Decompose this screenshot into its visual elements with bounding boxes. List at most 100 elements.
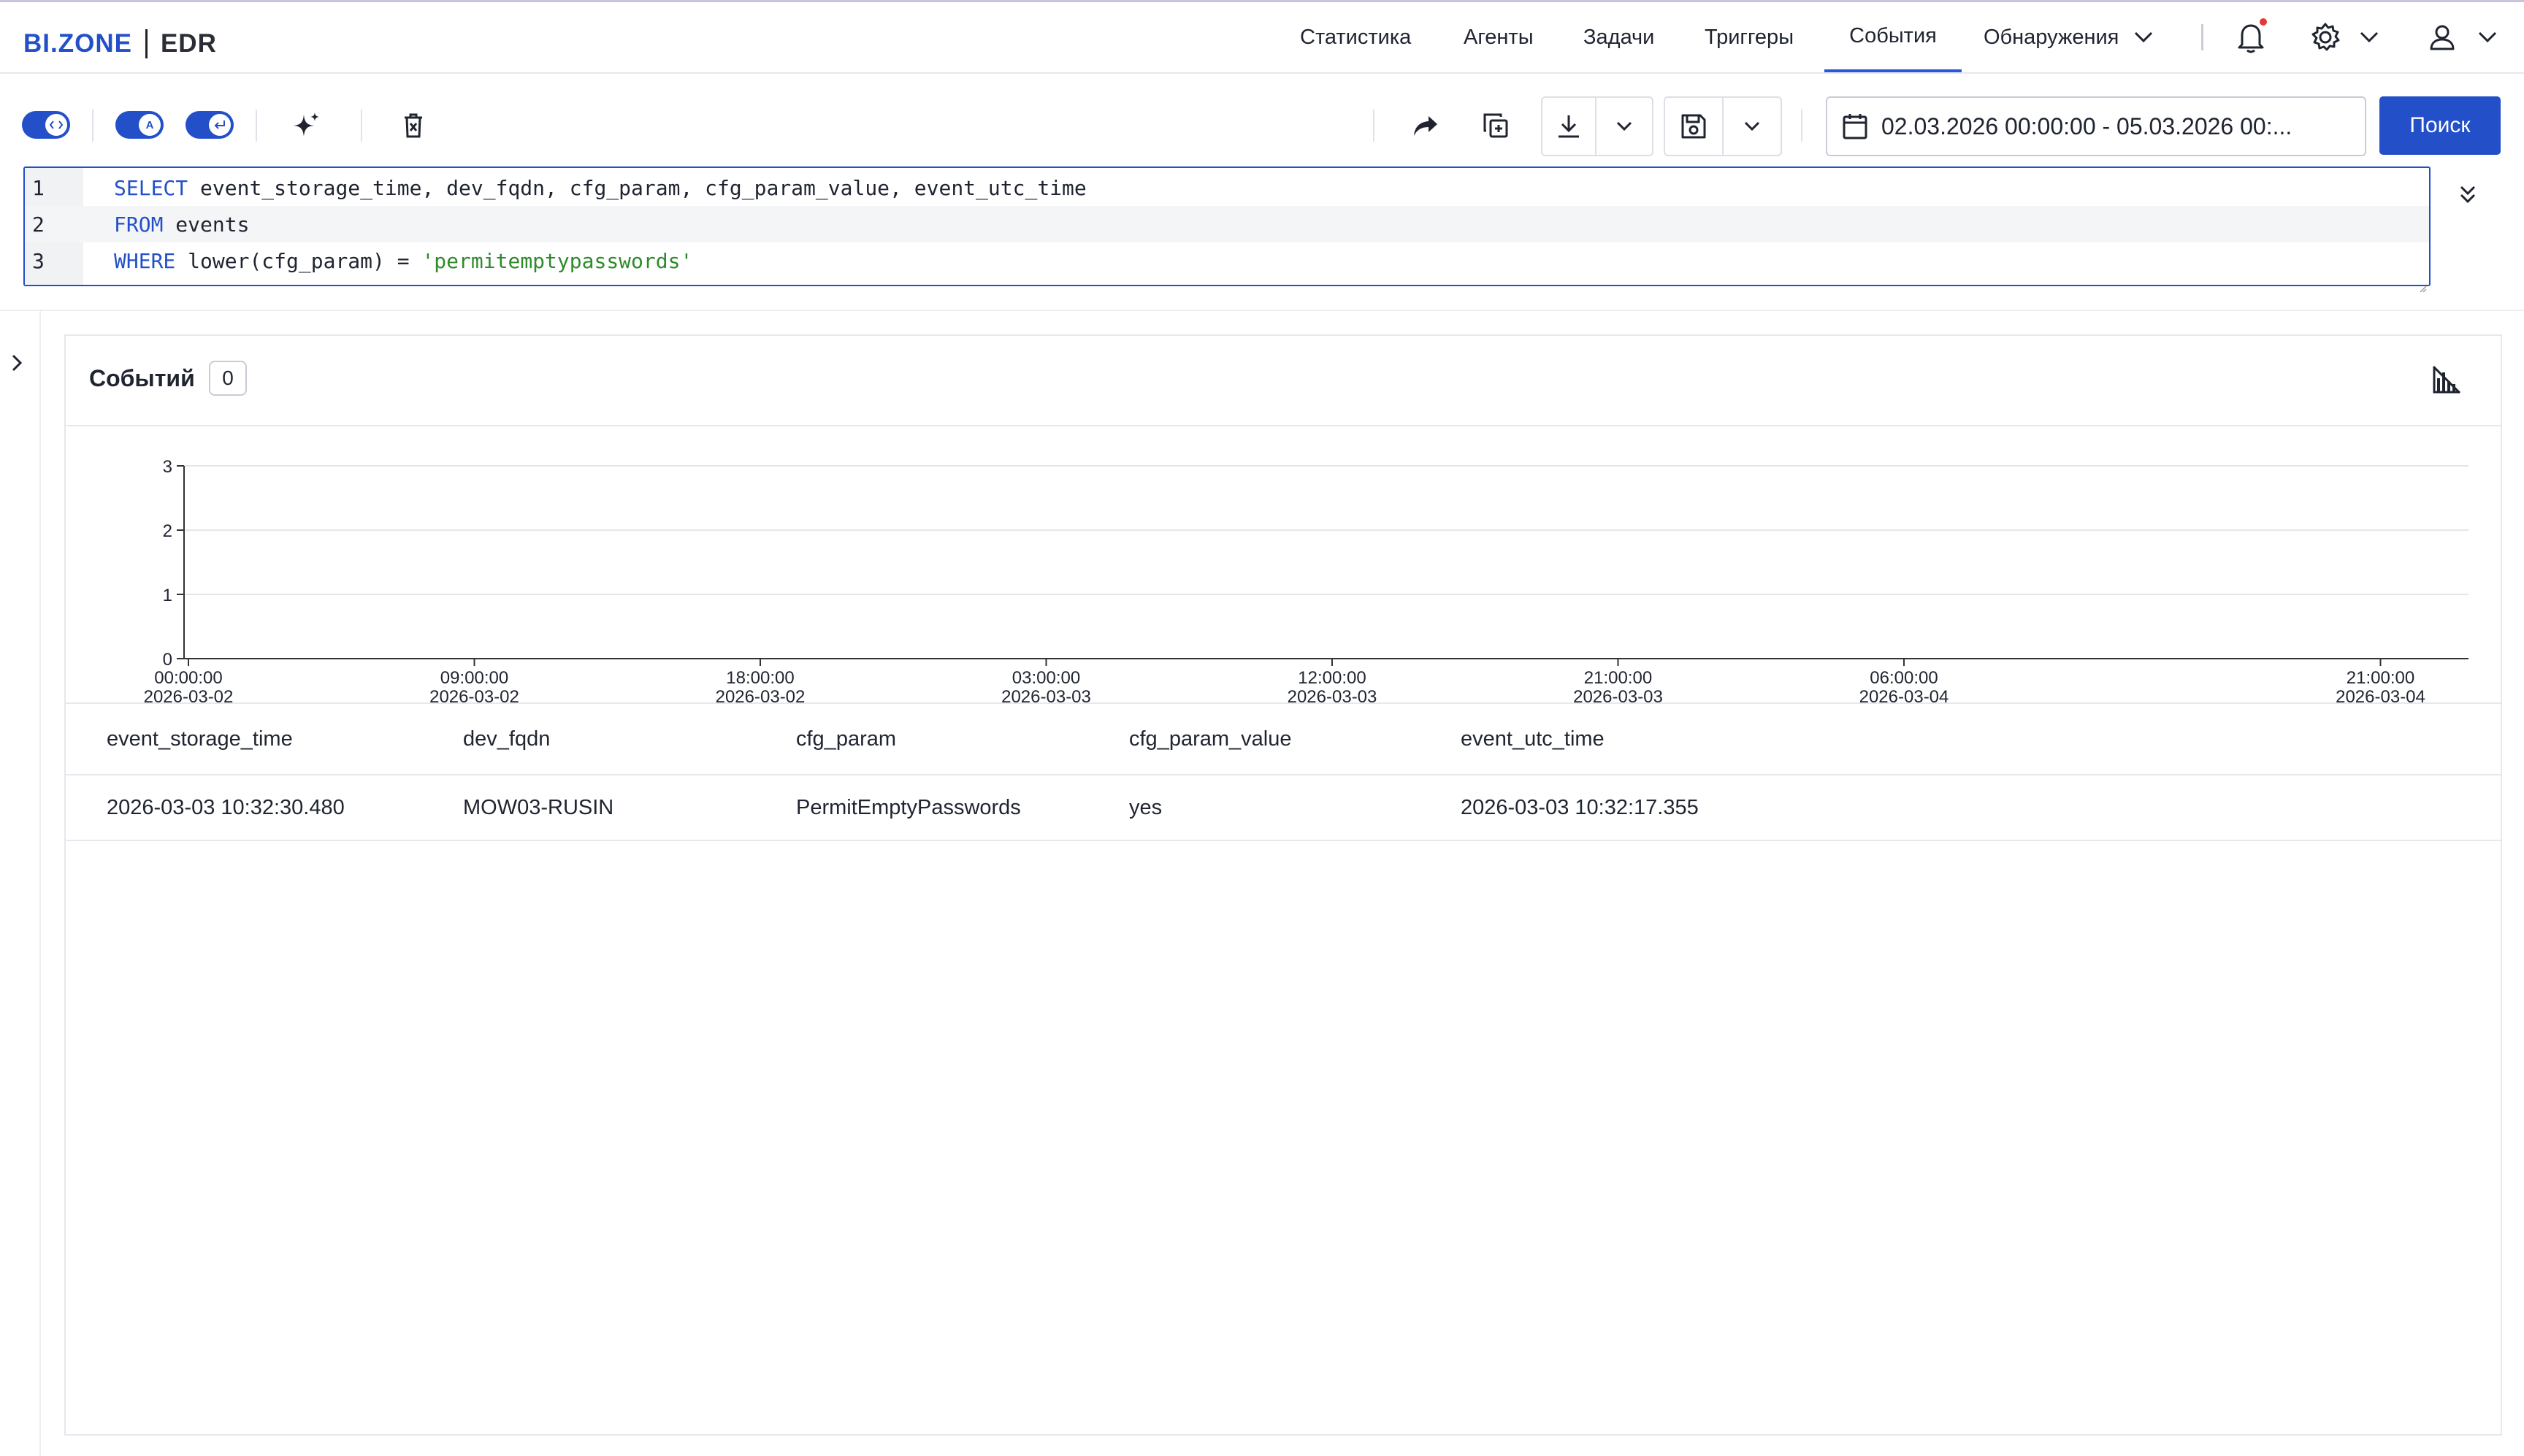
toolbar-divider: [1373, 110, 1374, 142]
column-header[interactable]: cfg_param: [796, 704, 896, 774]
sql-keyword: FROM: [114, 212, 164, 237]
line-number: 3: [32, 248, 45, 273]
x-tick-label: 03:00:00: [1012, 668, 1080, 688]
results-header: Событий 0: [66, 336, 2501, 426]
table-cell: 2026-03-03 10:32:17.355: [1461, 795, 1699, 819]
line-wrap-toggle[interactable]: [186, 111, 234, 139]
editor-line[interactable]: 3 WHERE lower(cfg_param) = 'permitemptyp…: [25, 242, 2429, 279]
trash-icon: [405, 113, 422, 138]
autocomplete-toggle[interactable]: A: [115, 111, 164, 139]
side-panel-rail: [0, 311, 41, 1456]
y-tick-label: 0: [163, 650, 172, 670]
nav-agents[interactable]: Агенты: [1464, 2, 1534, 72]
collapse-editor-button[interactable]: [2458, 184, 2477, 210]
download-button-group: [1541, 96, 1653, 156]
events-histogram: 0 1 2 3 00:00:00 2026-03-02 09:00:00 2026-03-02…: [66, 426, 2501, 707]
x-tick-label: 18:00:00: [726, 668, 794, 688]
logo[interactable]: BI.ZONE EDR: [23, 27, 217, 61]
copy-button[interactable]: [1478, 108, 1513, 143]
results-count-badge: 0: [209, 361, 247, 396]
table-cell: 2026-03-03 10:32:30.480: [107, 795, 345, 819]
date-range-value: 02.03.2026 00:00:00 - 05.03.2026 00:...: [1881, 112, 2292, 139]
clear-query-button[interactable]: [396, 110, 431, 142]
user-icon[interactable]: [2425, 20, 2460, 55]
chevron-right-icon: [12, 354, 23, 372]
chevron-down-icon: [2133, 31, 2154, 44]
download-button[interactable]: [1542, 98, 1595, 155]
calendar-icon: [1842, 112, 1868, 140]
y-tick-label: 2: [163, 521, 172, 541]
chevron-down-icon: [1616, 121, 1632, 131]
x-tick-label: 2026-03-03: [1573, 687, 1663, 702]
sql-text: lower(cfg_param) =: [175, 248, 422, 273]
date-range-picker[interactable]: 02.03.2026 00:00:00 - 05.03.2026 00:...: [1826, 96, 2366, 156]
toolbar-divider: [361, 110, 362, 142]
floppy-icon: [1681, 114, 1706, 139]
autocomplete-icon: A: [139, 114, 161, 136]
toolbar-divider: [1801, 110, 1802, 142]
x-tick-label: 2026-03-03: [1001, 687, 1091, 702]
table-cell: PermitEmptyPasswords: [796, 795, 1021, 819]
download-icon: [1559, 115, 1579, 138]
column-header[interactable]: event_storage_time: [107, 704, 293, 774]
table-row[interactable]: 2026-03-03 10:32:30.480 MOW03-RUSIN Perm…: [66, 775, 2501, 841]
save-button-group: [1664, 96, 1782, 156]
share-button[interactable]: [1408, 108, 1443, 143]
chevron-down-icon[interactable]: [2474, 28, 2501, 46]
notification-dot: [2260, 18, 2267, 26]
nav-tasks[interactable]: Задачи: [1583, 2, 1654, 72]
x-tick-label: 09:00:00: [440, 668, 508, 688]
nav-detections-label: Обнаружения: [1984, 25, 2119, 49]
ai-sparkle-button[interactable]: [289, 108, 324, 143]
line-number: 1: [32, 175, 45, 200]
search-button[interactable]: Поиск: [2379, 96, 2501, 155]
sql-text: event_storage_time, dev_fqdn, cfg_param,…: [188, 175, 1087, 200]
histogram-svg: 012300:00:002026-03-0209:00:002026-03-02…: [144, 457, 2468, 707]
column-header[interactable]: dev_fqdn: [463, 704, 550, 774]
query-toolbar: A 02.03.2026 00:00:00 - 05.03.2026 00:..…: [0, 73, 2524, 165]
x-tick-label: 21:00:00: [1584, 668, 1652, 688]
toolbar-divider: [92, 110, 93, 142]
x-tick-label: 00:00:00: [154, 668, 222, 688]
content-divider: [0, 310, 2524, 311]
editor-line[interactable]: 1 SELECT event_storage_time, dev_fqdn, c…: [25, 169, 2429, 206]
resize-grip-icon[interactable]: [2418, 274, 2427, 293]
nav-events[interactable]: События: [1824, 2, 1962, 72]
code-icon: [45, 114, 67, 136]
results-title: Событий: [89, 365, 195, 391]
column-header[interactable]: cfg_param_value: [1129, 704, 1291, 774]
results-panel: Событий 0 0 1 2 3 00:00:00 2026-03-02 09:00:00…: [64, 334, 2502, 1436]
nav-divider: [2201, 24, 2203, 50]
x-tick-label: 06:00:00: [1870, 668, 1938, 688]
table-header: event_storage_time dev_fqdn cfg_param cf…: [66, 704, 2501, 775]
nav-triggers[interactable]: Триггеры: [1705, 2, 1794, 72]
logo-divider: [145, 29, 148, 58]
save-button[interactable]: [1665, 98, 1722, 155]
query-editor[interactable]: 1 SELECT event_storage_time, dev_fqdn, c…: [23, 166, 2431, 293]
column-header[interactable]: event_utc_time: [1461, 704, 1605, 774]
line-number: 2: [32, 212, 45, 237]
double-chevron-down-icon: [2460, 185, 2476, 204]
hide-chart-button[interactable]: [2431, 364, 2463, 399]
x-tick-label: 2026-03-02: [429, 687, 519, 702]
sql-text: events: [163, 212, 250, 237]
gear-icon[interactable]: [2308, 20, 2343, 55]
logo-brand: BI.ZONE: [23, 29, 132, 58]
code-mode-toggle[interactable]: [22, 111, 70, 139]
editor-line[interactable]: 2 FROM events: [25, 206, 2429, 242]
sql-string: 'permitemptypasswords': [421, 248, 693, 273]
download-options-button[interactable]: [1596, 98, 1652, 155]
wrap-icon: [209, 114, 231, 136]
x-tick-label: 2026-03-02: [716, 687, 806, 702]
save-options-button[interactable]: [1724, 98, 1781, 155]
y-tick-label: 3: [163, 457, 172, 477]
y-tick-label: 1: [163, 586, 172, 605]
expand-sidebar-button[interactable]: [10, 353, 23, 376]
sql-keyword: SELECT: [114, 175, 188, 200]
x-tick-label: 2026-03-04: [1859, 687, 1949, 702]
chevron-down-icon[interactable]: [2356, 28, 2382, 46]
nav-detections[interactable]: Обнаружения: [1984, 2, 2154, 72]
toolbar-divider: [256, 110, 257, 142]
sql-keyword: WHERE: [114, 248, 176, 273]
nav-statistics[interactable]: Статистика: [1300, 2, 1411, 72]
